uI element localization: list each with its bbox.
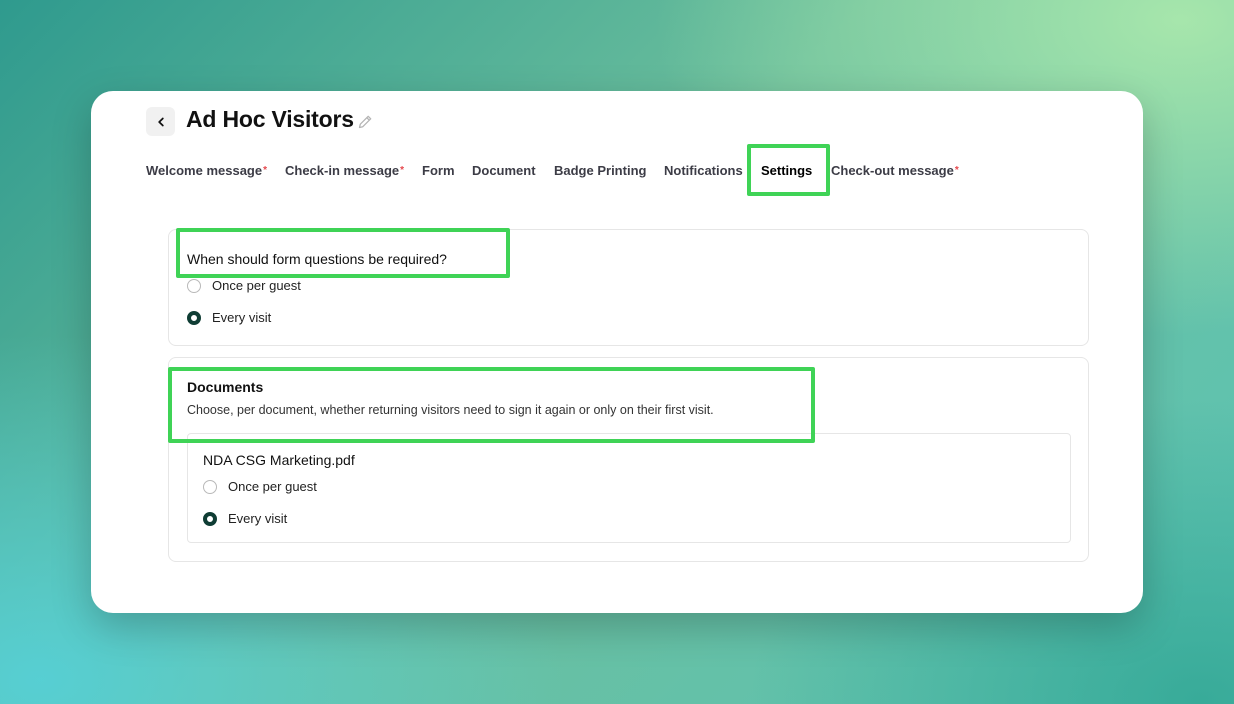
radio-label: Every visit xyxy=(228,511,288,526)
radio-button-selected[interactable] xyxy=(203,511,217,526)
tab-label: Document xyxy=(472,163,536,178)
tab-document[interactable]: Document xyxy=(472,163,536,179)
form-option-every-visit[interactable]: Every visit xyxy=(187,310,271,325)
form-requirement-question: When should form questions be required? xyxy=(187,251,447,267)
tab-settings[interactable]: Settings xyxy=(761,163,812,179)
tab-label: Check-in message xyxy=(285,163,400,178)
tab-badge-printing[interactable]: Badge Printing xyxy=(554,163,646,179)
tab-label: Check-out message xyxy=(831,163,954,178)
documents-description: Choose, per document, whether returning … xyxy=(187,403,714,417)
page-title: Ad Hoc Visitors xyxy=(186,106,354,132)
tab-welcome-message[interactable]: Welcome message* xyxy=(146,163,267,179)
tab-check-out-message[interactable]: Check-out message* xyxy=(831,163,959,179)
settings-card: Ad Hoc Visitors Welcome message* Check-i… xyxy=(91,91,1143,613)
radio-button[interactable] xyxy=(203,479,217,494)
radio-button[interactable] xyxy=(187,278,201,293)
radio-label: Once per guest xyxy=(228,479,317,494)
required-marker: * xyxy=(400,165,405,176)
tab-notifications[interactable]: Notifications xyxy=(664,163,743,179)
document-option-once-per-guest[interactable]: Once per guest xyxy=(203,479,317,494)
form-option-once-per-guest[interactable]: Once per guest xyxy=(187,278,301,293)
tab-label: Settings xyxy=(761,163,813,178)
document-name: NDA CSG Marketing.pdf xyxy=(203,452,355,468)
tab-label: Welcome message xyxy=(146,163,263,178)
form-requirement-section: When should form questions be required? … xyxy=(168,229,1089,346)
required-marker: * xyxy=(263,165,268,176)
radio-label: Every visit xyxy=(212,310,272,325)
tab-check-in-message[interactable]: Check-in message* xyxy=(285,163,404,179)
tab-label: Form xyxy=(422,163,455,178)
document-option-every-visit[interactable]: Every visit xyxy=(203,511,287,526)
required-marker: * xyxy=(954,165,959,176)
tab-label: Notifications xyxy=(664,163,743,178)
tab-form[interactable]: Form xyxy=(422,163,455,179)
documents-section: Documents Choose, per document, whether … xyxy=(168,357,1089,562)
documents-heading: Documents xyxy=(187,379,264,395)
tab-label: Badge Printing xyxy=(554,163,647,178)
radio-button-selected[interactable] xyxy=(187,310,201,325)
radio-label: Once per guest xyxy=(212,278,301,293)
pencil-edit-icon[interactable] xyxy=(356,113,374,131)
chevron-left-icon xyxy=(157,117,164,126)
back-button[interactable] xyxy=(146,107,175,136)
document-item: NDA CSG Marketing.pdf Once per guest Eve… xyxy=(187,433,1071,543)
